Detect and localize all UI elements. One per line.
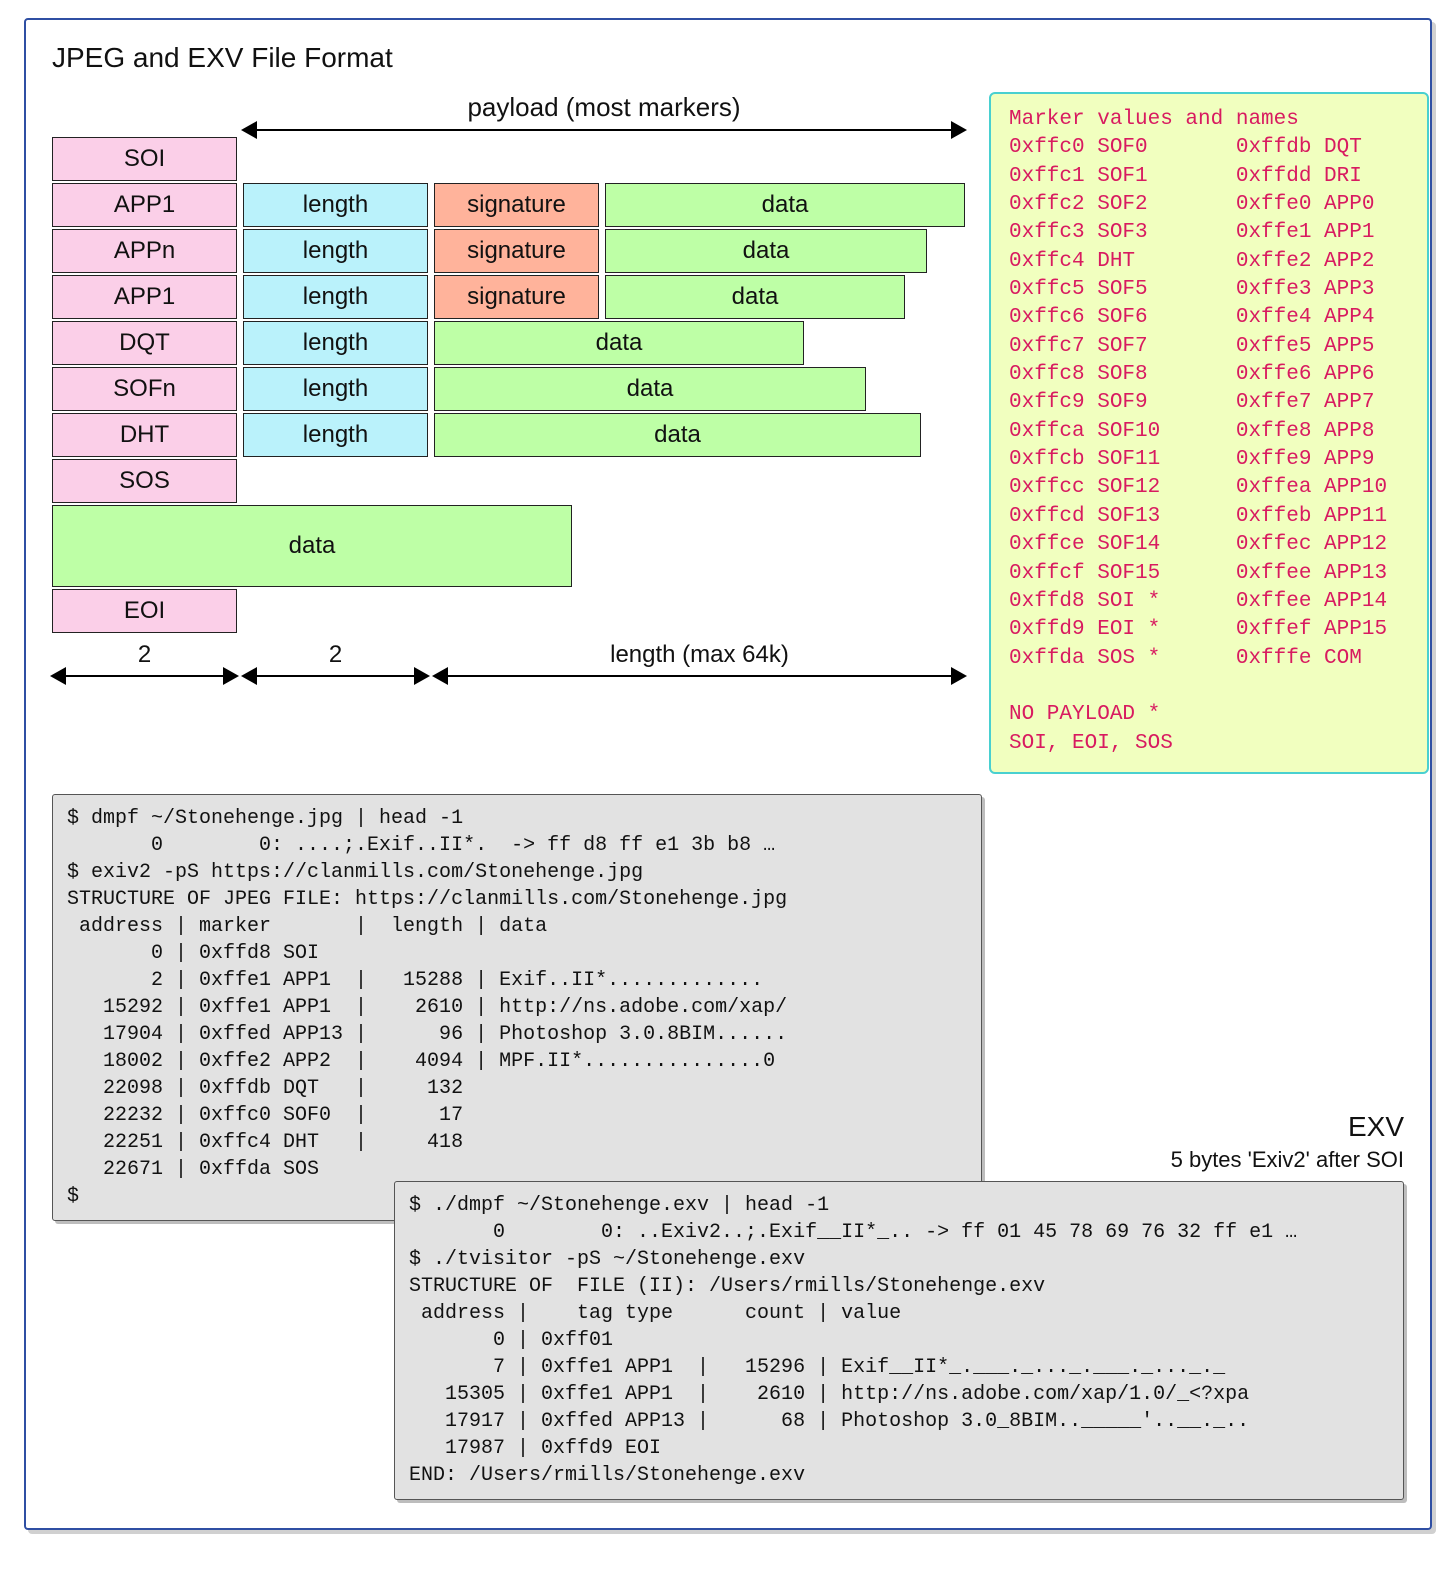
diagram-frame: JPEG and EXV File Format payload (most m… (24, 18, 1432, 1530)
segment-row: APP1lengthsignaturedata (52, 183, 965, 227)
segment-marker: DQT (52, 321, 237, 365)
segment-marker: EOI (52, 589, 237, 633)
segment-marker: APP1 (52, 275, 237, 319)
jpeg-structure-diagram: payload (most markers) SOIAPP1lengthsign… (52, 92, 965, 677)
segment-data: data (605, 183, 965, 227)
segment-marker: SOI (52, 137, 237, 181)
segment-data: data (434, 413, 921, 457)
segment-signature: signature (434, 183, 599, 227)
exv-heading: EXV (394, 1111, 1404, 1143)
marker-values-box: Marker values and names 0xffc0 SOF0 0xff… (989, 92, 1429, 774)
segment-data: data (605, 275, 905, 319)
segment-marker: DHT (52, 413, 237, 457)
segment-length: length (243, 183, 428, 227)
segment-row: APPnlengthsignaturedata (52, 229, 965, 273)
segment-marker: SOS (52, 459, 237, 503)
segment-row: DQTlengthdata (52, 321, 965, 365)
segment-data: data (605, 229, 927, 273)
segment-length: length (243, 229, 428, 273)
segment-row: DHTlengthdata (52, 413, 965, 457)
segment-marker: SOFn (52, 367, 237, 411)
exv-subheading: 5 bytes 'Exiv2' after SOI (394, 1147, 1404, 1173)
segment-row: APP1lengthsignaturedata (52, 275, 965, 319)
payload-label: payload (most markers) (243, 92, 965, 123)
segment-data: data (434, 367, 866, 411)
segment-data: data (434, 321, 804, 365)
segment-marker: APP1 (52, 183, 237, 227)
segment-length: length (243, 275, 428, 319)
segment-row: SOFnlengthdata (52, 367, 965, 411)
scan-data-block: data (52, 505, 572, 587)
diagram-title: JPEG and EXV File Format (52, 42, 1404, 74)
byte-scale: 2 2 length (max 64k) (52, 641, 965, 677)
payload-arrow (243, 129, 965, 131)
segment-length: length (243, 321, 428, 365)
segment-row: SOS (52, 459, 965, 503)
segment-length: length (243, 367, 428, 411)
segment-marker: APPn (52, 229, 237, 273)
segment-row: SOI (52, 137, 965, 181)
segment-signature: signature (434, 229, 599, 273)
segment-signature: signature (434, 275, 599, 319)
segment-length: length (243, 413, 428, 457)
terminal-exv-dump: $ ./dmpf ~/Stonehenge.exv | head -1 0 0:… (394, 1181, 1404, 1500)
